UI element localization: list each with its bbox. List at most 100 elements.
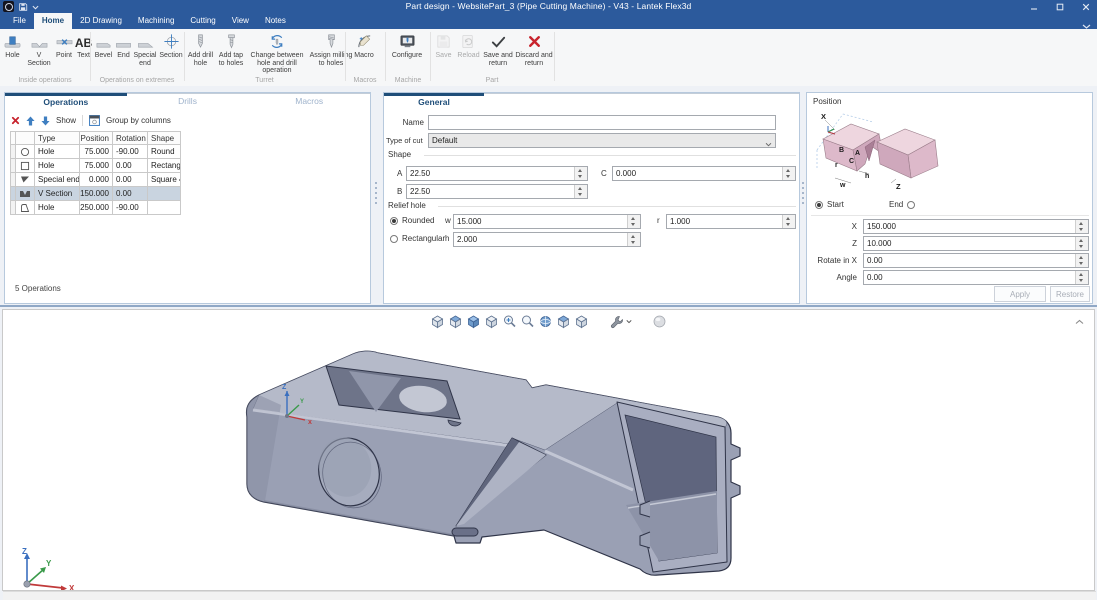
menu-tab-file[interactable]: File	[5, 13, 34, 29]
r-spinner[interactable]: 1.000	[666, 214, 796, 229]
ribbon-group-operations-on-extremes: Bevel End Special end Section Operations…	[93, 29, 181, 85]
header-shape[interactable]: Shape	[148, 131, 181, 145]
save-part-button[interactable]: Save	[433, 31, 454, 60]
end-radio[interactable]	[907, 201, 915, 209]
zoom-in-icon[interactable]	[502, 314, 517, 329]
view-front-icon[interactable]	[484, 314, 499, 329]
delete-operation-icon[interactable]	[11, 116, 20, 125]
render-mode-icon[interactable]	[652, 314, 667, 329]
end-icon	[115, 31, 132, 50]
tap-icon	[223, 31, 240, 50]
discard-and-return-button[interactable]: Discard and return	[515, 31, 553, 67]
relief-hole-section-label: Relief hole	[388, 201, 426, 210]
table-row[interactable]: Hole 75.000 0.00 Rectangle	[10, 159, 181, 173]
svg-text:Z: Z	[896, 182, 901, 191]
view-top-icon[interactable]	[448, 314, 463, 329]
view-left-icon[interactable]	[574, 314, 589, 329]
menu-tab-notes[interactable]: Notes	[257, 13, 294, 29]
header-type[interactable]: Type	[35, 131, 80, 145]
x-spinner[interactable]: 150.000	[863, 219, 1089, 234]
type-of-cut-label: Type of cut	[386, 136, 430, 145]
end-button[interactable]: End	[116, 31, 131, 60]
machine-icon	[399, 31, 416, 50]
table-row[interactable]: Hole 75.000 -90.00 Round	[10, 145, 181, 159]
v-section-button[interactable]: V Section	[25, 31, 53, 67]
type-of-cut-select[interactable]: Default	[428, 133, 776, 148]
hole-icon	[4, 31, 21, 50]
apply-button[interactable]: Apply	[994, 286, 1046, 302]
tab-general[interactable]: General	[384, 93, 484, 110]
header-position[interactable]: Position	[80, 131, 113, 145]
z-spinner[interactable]: 10.000	[863, 236, 1089, 251]
svg-text:Y: Y	[300, 399, 304, 405]
minimize-button[interactable]	[1029, 2, 1039, 12]
group-by-columns-button[interactable]: Group by columns	[106, 116, 171, 125]
rounded-radio[interactable]	[390, 217, 398, 225]
restore-button[interactable]: Restore	[1050, 286, 1090, 302]
start-radio[interactable]	[815, 201, 823, 209]
change-hole-drill-button[interactable]: Change between hole and drill operation	[248, 31, 306, 75]
tab-macros[interactable]: Macros	[248, 93, 370, 110]
viewport-3d[interactable]: Z Y x Z Y X	[2, 309, 1095, 591]
rotate-in-x-label: Rotate in X	[807, 256, 857, 265]
collapse-toolbar-icon[interactable]	[1075, 312, 1084, 330]
view-shaded-icon[interactable]	[466, 314, 481, 329]
ribbon-group-label: Operations on extremes	[93, 77, 181, 84]
rotate-in-x-spinner[interactable]: 0.00	[863, 253, 1089, 268]
save-and-return-button[interactable]: Save and return	[483, 31, 513, 67]
b-spinner[interactable]: 22.50	[406, 184, 588, 199]
a-spinner[interactable]: 22.50	[406, 166, 588, 181]
add-tap-to-holes-button[interactable]: Add tap to holes	[216, 31, 246, 67]
move-up-icon[interactable]	[26, 116, 35, 126]
c-spinner[interactable]: 0.000	[612, 166, 796, 181]
r-label: r	[657, 216, 660, 225]
menu-tab-machining[interactable]: Machining	[130, 13, 182, 29]
operations-panel: Operations Drills Macros Show Group by c…	[4, 92, 371, 304]
maximize-button[interactable]	[1055, 2, 1065, 12]
bevel-button[interactable]: Bevel	[93, 31, 114, 60]
table-row[interactable]: Hole 250.000 -90.00	[10, 201, 181, 215]
zoom-window-icon[interactable]	[520, 314, 535, 329]
h-spinner[interactable]: 2.000	[453, 232, 641, 247]
part-model[interactable]: Z Y x	[229, 343, 749, 593]
point-button[interactable]: Point	[55, 31, 73, 60]
w-spinner[interactable]: 15.000	[453, 214, 641, 229]
title-bar: Part design - WebsitePart_3 (Pipe Cuttin…	[0, 0, 1097, 13]
angle-spinner[interactable]: 0.00	[863, 270, 1089, 285]
special-end-icon	[137, 31, 154, 50]
special-end-button[interactable]: Special end	[133, 31, 157, 67]
view-back-icon[interactable]	[556, 314, 571, 329]
close-button[interactable]	[1081, 2, 1091, 12]
tab-drills[interactable]: Drills	[127, 93, 249, 110]
svg-text:C: C	[849, 158, 854, 165]
svg-text:B: B	[839, 147, 844, 154]
tools-menu-icon[interactable]	[609, 314, 632, 329]
position-diagram: X B A C r w h Z	[811, 108, 971, 198]
preview-icon[interactable]	[89, 115, 100, 126]
configure-button[interactable]: Configure	[388, 31, 426, 60]
header-rotation[interactable]: Rotation	[113, 131, 148, 145]
orbit-icon[interactable]	[538, 314, 553, 329]
rectangular-radio[interactable]	[390, 235, 398, 243]
move-down-icon[interactable]	[41, 116, 50, 126]
section-button[interactable]: Section	[159, 31, 183, 60]
tab-operations[interactable]: Operations	[5, 93, 127, 110]
menu-tab-view[interactable]: View	[224, 13, 257, 29]
menu-tab-cutting[interactable]: Cutting	[182, 13, 223, 29]
operations-panel-tabs: Operations Drills Macros	[5, 93, 370, 110]
table-row[interactable]: Special end 0.000 0.00 Square 45	[10, 173, 181, 187]
menu-tab-home[interactable]: Home	[34, 13, 72, 29]
show-button[interactable]: Show	[56, 116, 76, 125]
reload-button[interactable]: Reload	[456, 31, 481, 60]
table-row-selected[interactable]: V Section 150.000 0.00	[10, 187, 181, 201]
macro-button[interactable]: Macro	[348, 31, 380, 60]
panel-splitter[interactable]	[801, 182, 804, 204]
svg-text:A: A	[855, 150, 860, 157]
name-input[interactable]	[428, 115, 776, 130]
hole-button[interactable]: Hole	[2, 31, 23, 60]
panel-splitter[interactable]	[374, 182, 377, 204]
view-iso-icon[interactable]	[430, 314, 445, 329]
menu-tab-2d-drawing[interactable]: 2D Drawing	[72, 13, 130, 29]
operations-toolbar: Show Group by columns	[11, 113, 171, 128]
add-drill-hole-button[interactable]: Add drill hole	[187, 31, 214, 67]
